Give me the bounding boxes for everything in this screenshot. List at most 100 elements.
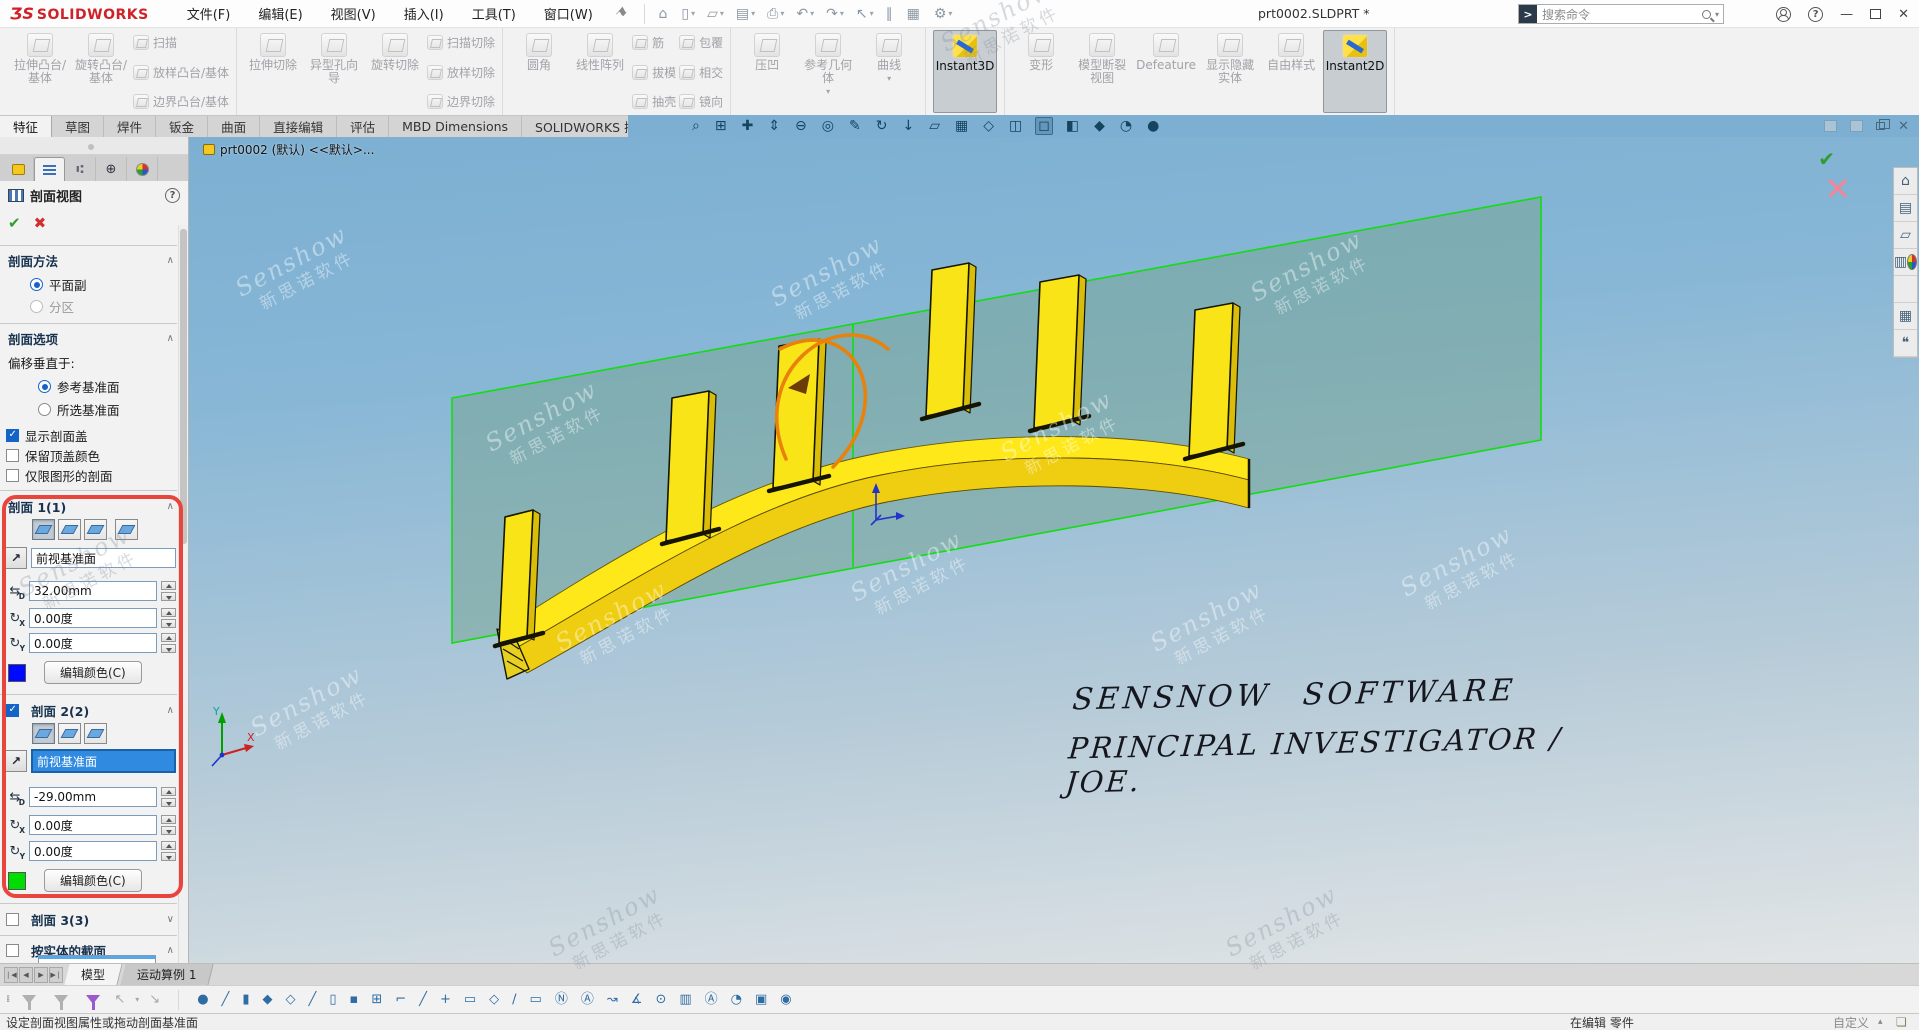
filter-dowel-icon[interactable]: ◉ (780, 993, 791, 1006)
panel-scrollbar[interactable] (178, 225, 188, 963)
checkbox-icon[interactable] (6, 449, 19, 462)
command-tab[interactable]: 曲面 (208, 116, 260, 137)
filter-sketch-icon[interactable]: ⊞ (371, 993, 382, 1006)
search-icon[interactable] (1702, 10, 1711, 19)
model-break-view-button[interactable]: 模型断裂视图 (1073, 30, 1131, 113)
appearances-icon[interactable]: ● (1145, 118, 1161, 134)
radio-reference-plane[interactable]: 参考基准面 (0, 377, 176, 396)
panel-grip[interactable] (0, 137, 188, 155)
right-plane-button[interactable] (84, 723, 107, 744)
filter-edges-icon[interactable]: ╱ (222, 993, 230, 1006)
section2-header[interactable]: 剖面 2(2) ∧ (0, 701, 176, 720)
freeform-button[interactable]: 自由样式 (1262, 30, 1320, 113)
front-plane-button[interactable] (32, 519, 55, 540)
section1-edit-color-button[interactable]: 编辑颜色(C) (44, 661, 142, 684)
command-tab[interactable]: 特征 (0, 116, 52, 137)
top-plane-button[interactable] (58, 723, 81, 744)
chevron-up-icon[interactable]: ∧ (167, 945, 174, 956)
design-library-icon[interactable]: ▤ (1894, 195, 1917, 222)
zoom-area-icon[interactable]: ⊞ (713, 118, 729, 134)
checkbox-checked-icon[interactable] (6, 704, 19, 717)
undo-icon[interactable]: ↶ ▾ (791, 4, 819, 24)
command-tab[interactable]: 焊件 (104, 116, 156, 137)
viewport-grid-icon[interactable] (1850, 120, 1863, 132)
menu-item[interactable]: 编辑(E) (246, 0, 314, 27)
filter-hatch-icon[interactable]: ▥ (679, 993, 691, 1006)
checkbox-graphics-only[interactable]: 仅限图形的剖面 (0, 466, 176, 485)
menu-item[interactable]: 文件(F) (175, 0, 243, 27)
tab-dimxpert-manager[interactable]: ⊕ (96, 157, 127, 181)
shaded-style-icon[interactable]: ◆ (1092, 118, 1107, 134)
select-cursor-icon[interactable]: ↖ ▾ (851, 4, 879, 24)
stepper-up[interactable] (161, 581, 176, 590)
section2-edit-color-button[interactable]: 编辑颜色(C) (44, 869, 142, 892)
draft-analysis-icon[interactable]: ✎ (847, 118, 863, 134)
view-orientation-icon[interactable]: ▦ (953, 118, 970, 134)
graphics-scene[interactable]: Y X (189, 137, 1919, 963)
filter-weld-symbols-icon[interactable]: ∕ (512, 993, 516, 1006)
checkbox-show-cap[interactable]: 显示剖面盖 (0, 426, 176, 445)
properties-icon[interactable]: ▦ (902, 4, 927, 24)
filter-target-icon[interactable]: ⊙ (655, 993, 666, 1006)
search-caret-icon[interactable]: ▾ (1715, 10, 1719, 19)
confirm-ok-icon[interactable]: ✔ (1818, 147, 1835, 171)
radio-selected-icon[interactable] (30, 278, 43, 291)
linear-pattern-button[interactable]: 线性阵列 (571, 30, 629, 113)
scrollbar-thumb[interactable] (180, 229, 187, 544)
menu-item[interactable]: 视图(V) (319, 0, 388, 27)
checkbox-icon[interactable] (6, 469, 19, 482)
shaded-with-edges-icon[interactable]: ◧ (1064, 118, 1081, 134)
boundary-cut-button[interactable]: 边界切除 (427, 93, 495, 110)
filter-geometric-tolerance-icon[interactable]: ▭ (530, 993, 542, 1006)
checkbox-icon[interactable] (6, 944, 19, 957)
shell-button[interactable]: 抽壳 (632, 93, 676, 110)
first-tab-button[interactable]: ❘◀ (4, 967, 18, 983)
menu-item[interactable]: 插入(I) (392, 0, 456, 27)
stepper-down[interactable] (161, 852, 176, 861)
section3-header[interactable]: 剖面 3(3) ∨ (0, 910, 176, 929)
ok-button[interactable]: ✔ (8, 214, 21, 232)
print-icon[interactable]: ⎙ ▾ (762, 4, 789, 24)
deform-button[interactable]: 变形 (1012, 30, 1070, 113)
command-search[interactable]: > 搜索命令 ▾ (1518, 4, 1724, 24)
zoom-out-icon[interactable]: ⊖ (793, 118, 809, 134)
filter-sketch-segments-icon[interactable]: ⌐ (395, 993, 406, 1006)
top-plane-button[interactable] (58, 519, 81, 540)
rotate-view-icon[interactable]: ↻ (874, 118, 890, 134)
section1-plane-field[interactable]: 前视基准面 (31, 548, 176, 568)
panel-help-icon[interactable]: ? (165, 188, 180, 203)
show-hide-bodies-button[interactable]: 显示隐藏实体 (1201, 30, 1259, 113)
filter-clock-icon[interactable]: ◔ (731, 993, 742, 1006)
filter-icon[interactable] (54, 995, 68, 1004)
selected-plane-button[interactable] (115, 519, 138, 540)
close-button[interactable]: ✕ (1898, 7, 1909, 22)
section1-roty-field[interactable]: 0.00度 (29, 633, 157, 653)
document-restore-icon[interactable] (1876, 122, 1885, 130)
wireframe-style-icon[interactable]: ◇ (981, 118, 996, 134)
filter-axes-icon[interactable]: ╱ (309, 993, 317, 1006)
tab-property-manager[interactable] (34, 157, 65, 181)
draft-button[interactable]: 拔模 (632, 64, 676, 81)
filter-planes-icon[interactable]: ▯ (329, 993, 336, 1006)
section2-offset-field[interactable]: -29.00mm (29, 787, 157, 807)
rib-button[interactable]: 筋 (632, 34, 676, 51)
new-file-icon[interactable]: ▯ ▾ (676, 4, 700, 24)
section1-rotx-field[interactable]: 0.00度 (29, 608, 157, 628)
next-tab-button[interactable]: ▶ (34, 967, 48, 983)
command-tab[interactable]: 钣金 (156, 116, 208, 137)
stepper-up[interactable] (161, 841, 176, 850)
wrap-button[interactable]: 包覆 (679, 34, 723, 51)
fillet-button[interactable]: 圆角 (510, 30, 568, 113)
lofted-cut-button[interactable]: 放样切除 (427, 64, 495, 81)
body-selection-listbox[interactable] (38, 955, 156, 963)
cancel-button[interactable]: ✖ (34, 214, 47, 232)
tag-icon[interactable]: ❏ (1896, 1015, 1907, 1029)
prev-tab-button[interactable]: ◀ (19, 967, 33, 983)
chevron-up-icon[interactable]: ∧ (167, 333, 174, 344)
instant3d-button[interactable]: Instant3D (933, 30, 997, 113)
section-method-header[interactable]: 剖面方法 ∧ (0, 251, 176, 270)
redo-icon[interactable]: ↷ ▾ (821, 4, 849, 24)
filter-notes-icon[interactable]: Ⓝ (555, 993, 568, 1006)
swept-boss-button[interactable]: 扫描 (133, 34, 229, 51)
command-tab[interactable]: 直接编辑 (260, 116, 337, 137)
